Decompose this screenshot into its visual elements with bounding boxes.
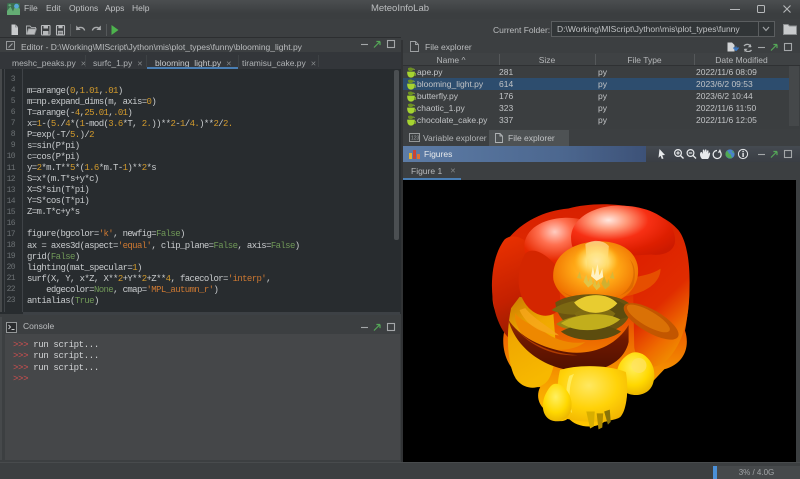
svg-text:123: 123 bbox=[411, 136, 420, 142]
